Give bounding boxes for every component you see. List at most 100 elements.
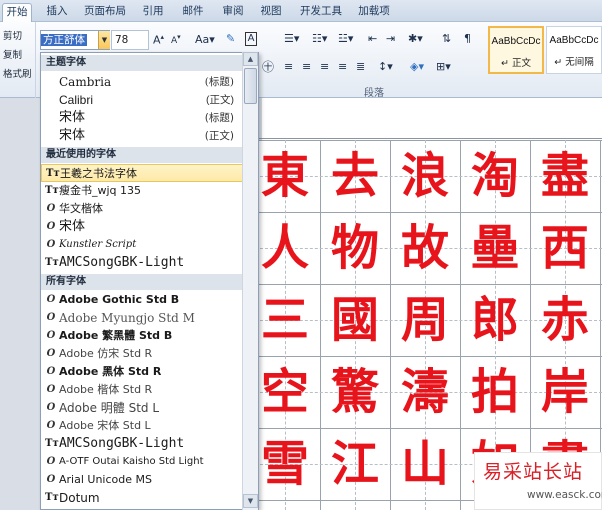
sort-icon[interactable]: ⇅ [442, 32, 451, 45]
calligraphy-char[interactable]: 空 [250, 356, 320, 428]
font-option-name: 宋体 [59, 128, 86, 143]
font-option[interactable]: Calibri (正文) [41, 91, 258, 109]
tab-references[interactable]: 引用 [140, 3, 166, 22]
scroll-down-icon[interactable]: ▼ [243, 494, 258, 508]
calligraphy-char[interactable]: 淘 [460, 140, 530, 212]
font-option[interactable]: O 宋体 [41, 218, 258, 236]
dropdown-scrollbar[interactable]: ▲ ▼ [242, 52, 258, 510]
opentype-icon: O [46, 203, 56, 214]
font-option[interactable]: O Adobe 仿宋 Std R [41, 345, 258, 363]
opentype-icon: O [46, 330, 56, 341]
style-no-spacing[interactable]: AaBbCcDc ↵ 无间隔 [546, 26, 602, 74]
tab-home[interactable]: 开始 [2, 3, 32, 22]
scroll-thumb[interactable] [244, 68, 257, 104]
font-option-highlighted[interactable]: Tт 王羲之书法字体 [41, 164, 258, 182]
style-normal[interactable]: AaBbCcDc ↵ 正文 [488, 26, 544, 74]
calligraphy-char[interactable]: 人 [250, 212, 320, 284]
calligraphy-char[interactable]: 去 [320, 140, 390, 212]
calligraphy-char[interactable]: 東 [250, 140, 320, 212]
calligraphy-char[interactable]: 郎 [460, 284, 530, 356]
tab-developer[interactable]: 开发工具 [298, 3, 344, 22]
font-dropdown-arrow[interactable]: ▼ [98, 31, 110, 49]
calligraphy-char[interactable]: 驚 [320, 356, 390, 428]
ribbon-tab-bar: 开始 插入 页面布局 引用 邮件 审阅 视图 开发工具 加载项 [0, 0, 602, 22]
justify-icon[interactable]: ≡ [338, 60, 347, 73]
font-option[interactable]: O Adobe 宋体 Std L [41, 417, 258, 435]
calligraphy-char[interactable]: 物 [320, 212, 390, 284]
font-option-name: Cambria [59, 75, 112, 89]
font-option[interactable]: O Arial Unicode MS [41, 471, 258, 489]
font-option[interactable]: O Adobe 楷体 Std R [41, 381, 258, 399]
shrink-font-icon[interactable]: A▾ [171, 33, 181, 46]
line-spacing-icon[interactable]: ↕▾ [378, 60, 393, 73]
font-option[interactable]: O A-OTF Outai Kaisho Std Light [41, 453, 258, 471]
font-option[interactable]: O Kunstler Script [41, 236, 258, 254]
format-painter-button[interactable]: 格式刷 [3, 66, 32, 80]
copy-button[interactable]: 复制 [3, 47, 22, 61]
font-option[interactable]: Tт Dotum [41, 489, 258, 507]
font-dropdown-list[interactable]: 主题字体 Cambria (标题) Calibri (正文) 宋体 (标题) 宋… [40, 52, 259, 510]
align-left-icon[interactable]: ≡ [284, 60, 293, 73]
font-option[interactable]: O Adobe Gothic Std B [41, 291, 258, 309]
calligraphy-char[interactable]: 濤 [390, 356, 460, 428]
page-top-edge [250, 138, 602, 139]
align-right-icon[interactable]: ≡ [320, 60, 329, 73]
font-option[interactable]: O 华文楷体 [41, 200, 258, 218]
opentype-icon: O [46, 474, 56, 485]
tab-page-layout[interactable]: 页面布局 [82, 3, 128, 22]
calligraphy-char[interactable]: 岸 [530, 356, 600, 428]
decrease-indent-icon[interactable]: ⇤ [368, 32, 377, 45]
calligraphy-char[interactable]: 拍 [460, 356, 530, 428]
tab-addins[interactable]: 加载项 [356, 3, 392, 22]
cut-button[interactable]: 剪切 [3, 28, 22, 42]
calligraphy-char[interactable]: 周 [390, 284, 460, 356]
bullets-icon[interactable]: ☰▾ [284, 32, 299, 45]
calligraphy-char[interactable]: 雪 [250, 428, 320, 500]
opentype-icon: O [46, 312, 56, 323]
calligraphy-char[interactable]: 故 [390, 212, 460, 284]
align-center-icon[interactable]: ≡ [302, 60, 311, 73]
style-normal-name: ↵ 正文 [501, 58, 531, 69]
calligraphy-char[interactable]: 浪 [390, 140, 460, 212]
numbering-icon[interactable]: ☷▾ [312, 32, 327, 45]
distribute-icon[interactable]: ≣ [356, 60, 365, 73]
font-size-input[interactable]: 78 [111, 30, 149, 50]
calligraphy-char[interactable]: 西 [530, 212, 600, 284]
font-option-name: Dotum [59, 491, 100, 505]
font-option[interactable]: 宋体 (标题) [41, 109, 258, 127]
tab-insert[interactable]: 插入 [42, 3, 72, 22]
clear-format-icon[interactable]: ✎ [226, 32, 235, 45]
enclose-char-icon[interactable]: ㊉ [262, 58, 274, 75]
font-option[interactable]: 宋体 (正文) [41, 127, 258, 145]
font-option[interactable]: Tт 瘦金书_wjq 135 [41, 182, 258, 200]
borders-icon[interactable]: ⊞▾ [436, 60, 451, 73]
font-option[interactable]: Cambria (标题) [41, 73, 258, 91]
calligraphy-char[interactable]: 壘 [460, 212, 530, 284]
calligraphy-char[interactable]: 江 [320, 428, 390, 500]
chinese-layout-icon[interactable]: ✱▾ [408, 32, 423, 45]
scroll-up-icon[interactable]: ▲ [243, 52, 258, 66]
font-option[interactable]: O Adobe Myungjo Std M [41, 309, 258, 327]
font-option-name: Adobe 黑体 Std R [59, 365, 162, 378]
shading-icon[interactable]: ◈▾ [410, 60, 424, 73]
font-option-name: 王羲之书法字体 [60, 167, 137, 180]
increase-indent-icon[interactable]: ⇥ [386, 32, 395, 45]
multilevel-list-icon[interactable]: ☳▾ [338, 32, 353, 45]
tab-view[interactable]: 视图 [258, 3, 284, 22]
calligraphy-char[interactable]: 赤 [530, 284, 600, 356]
font-option[interactable]: Tт AMCSongGBK-Light [41, 254, 258, 272]
change-case-icon[interactable]: Aa▾ [195, 33, 215, 46]
font-option[interactable]: O Adobe 繁黑體 Std B [41, 327, 258, 345]
calligraphy-char[interactable]: 山 [390, 428, 460, 500]
calligraphy-char[interactable]: 盡 [530, 140, 600, 212]
char-border-icon[interactable]: A [245, 32, 257, 46]
font-option[interactable]: O Adobe 明體 Std L [41, 399, 258, 417]
calligraphy-char[interactable]: 三 [250, 284, 320, 356]
calligraphy-char[interactable]: 國 [320, 284, 390, 356]
tab-review[interactable]: 审阅 [220, 3, 246, 22]
font-option[interactable]: O Adobe 黑体 Std R [41, 363, 258, 381]
show-marks-icon[interactable]: ¶ [464, 32, 471, 45]
font-option[interactable]: Tт AMCSongGBK-Light [41, 435, 258, 453]
grow-font-icon[interactable]: A▴ [153, 33, 164, 47]
tab-mailings[interactable]: 邮件 [180, 3, 206, 22]
